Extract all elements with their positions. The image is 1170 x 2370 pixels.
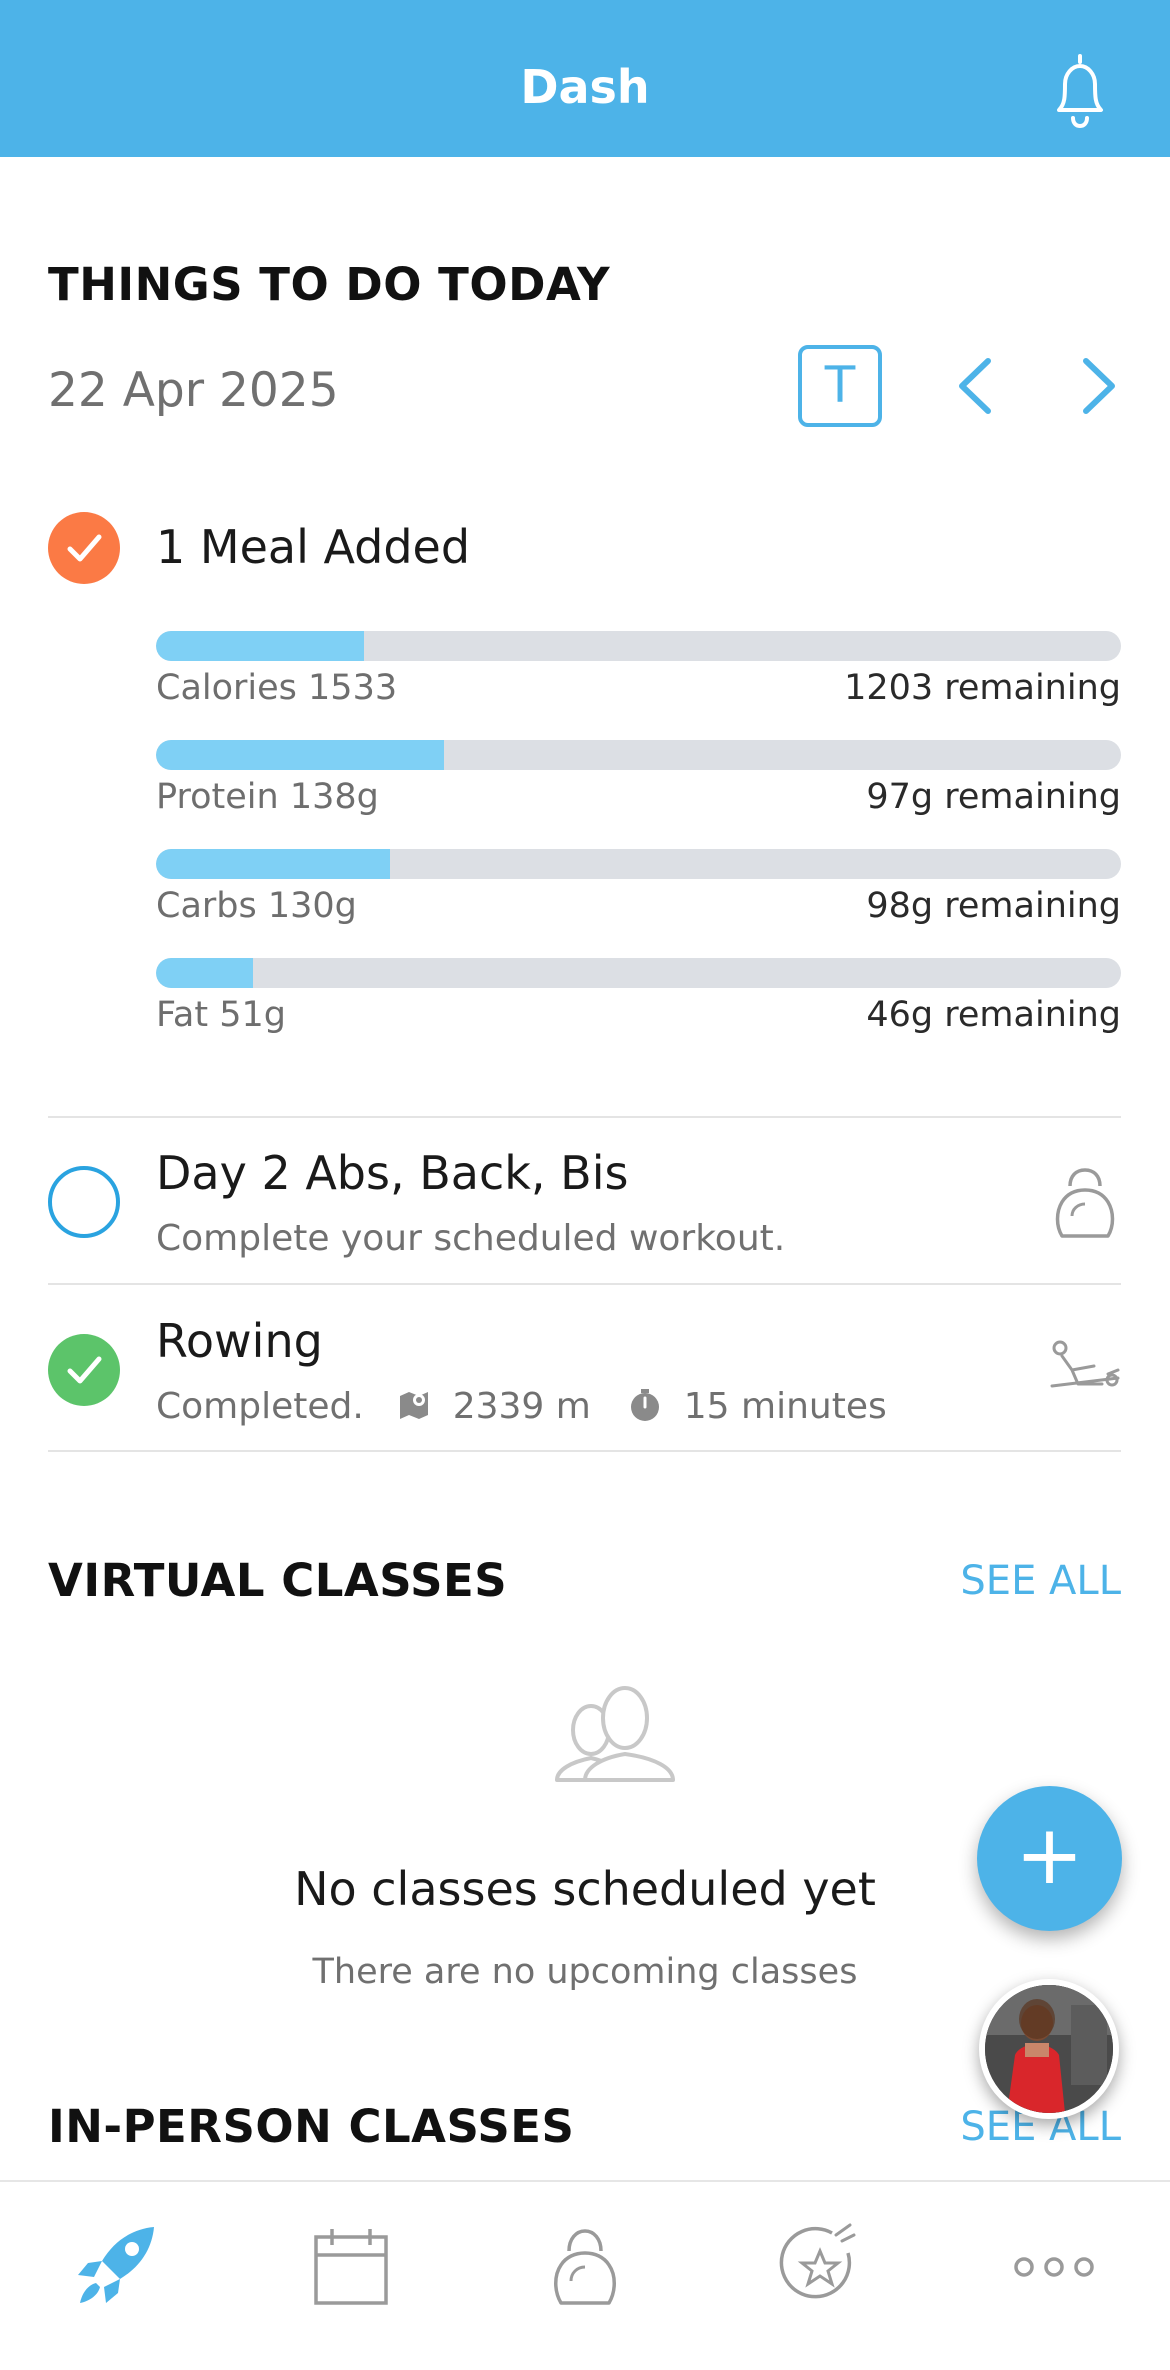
next-day-button[interactable] xyxy=(1078,355,1122,417)
map-icon xyxy=(400,1392,429,1419)
progress-fill xyxy=(156,740,444,770)
protein-progress-bar xyxy=(156,740,1121,770)
task-subtitle: Completed. 2339 m 15 minutes xyxy=(156,1386,887,1427)
profile-photo xyxy=(985,1985,1113,2113)
prev-day-button[interactable] xyxy=(952,355,996,417)
section-title-today: THINGS TO DO TODAY xyxy=(48,258,611,311)
today-button[interactable]: T xyxy=(798,345,882,427)
macro-label: Calories 1533 xyxy=(156,668,398,708)
rowing-distance: 2339 m xyxy=(452,1386,591,1427)
macro-label: Carbs 130g xyxy=(156,886,357,926)
rocket-icon[interactable] xyxy=(68,2217,168,2317)
add-button[interactable]: + xyxy=(977,1786,1122,1931)
stopwatch-icon xyxy=(631,1389,660,1421)
meal-status-check[interactable] xyxy=(48,512,120,584)
progress-fill xyxy=(156,958,254,988)
meal-label[interactable]: 1 Meal Added xyxy=(156,520,470,574)
calendar-icon[interactable] xyxy=(300,2217,400,2317)
kettlebell-icon[interactable] xyxy=(535,2217,635,2317)
macro-remaining: 1203 remaining xyxy=(844,668,1121,708)
page-title: Dash xyxy=(520,60,650,114)
fat-progress-bar xyxy=(156,958,1121,988)
section-title-virtual: VIRTUAL CLASSES xyxy=(48,1554,508,1607)
macro-remaining: 46g remaining xyxy=(866,995,1121,1035)
rowing-icon xyxy=(1050,1340,1120,1388)
tab-bar xyxy=(0,2180,1170,2370)
kettlebell-icon xyxy=(1055,1168,1115,1238)
progress-fill xyxy=(156,849,391,879)
task-title[interactable]: Rowing xyxy=(156,1314,323,1368)
task-status: Completed. xyxy=(156,1386,364,1427)
rowing-duration: 15 minutes xyxy=(683,1386,887,1427)
bell-icon[interactable] xyxy=(1045,50,1115,132)
task-title[interactable]: Day 2 Abs, Back, Bis xyxy=(156,1146,628,1200)
macro-label: Fat 51g xyxy=(156,995,286,1035)
check-icon xyxy=(67,534,102,562)
calories-progress-bar xyxy=(156,631,1121,661)
carbs-progress-bar xyxy=(156,849,1121,879)
empty-state-subtitle: There are no upcoming classes xyxy=(312,1952,858,1992)
macro-label: Protein 138g xyxy=(156,777,379,817)
progress-fill xyxy=(156,631,365,661)
star-badge-icon[interactable] xyxy=(770,2217,870,2317)
section-title-inperson: IN-PERSON CLASSES xyxy=(48,2100,575,2153)
divider xyxy=(48,1116,1121,1118)
virtual-see-all-link[interactable]: SEE ALL xyxy=(960,1558,1121,1604)
rowing-status-check[interactable] xyxy=(48,1334,120,1406)
avatar[interactable] xyxy=(979,1979,1119,2119)
group-icon xyxy=(555,1686,675,1782)
check-icon xyxy=(67,1356,102,1384)
divider xyxy=(48,1283,1121,1285)
app-header: Dash xyxy=(0,0,1170,157)
workout-status-check[interactable] xyxy=(48,1166,120,1238)
divider xyxy=(48,1450,1121,1452)
more-icon[interactable] xyxy=(1004,2217,1104,2317)
macro-remaining: 98g remaining xyxy=(866,886,1121,926)
macro-remaining: 97g remaining xyxy=(866,777,1121,817)
task-subtitle: Complete your scheduled workout. xyxy=(156,1218,786,1259)
current-date: 22 Apr 2025 xyxy=(48,363,339,418)
